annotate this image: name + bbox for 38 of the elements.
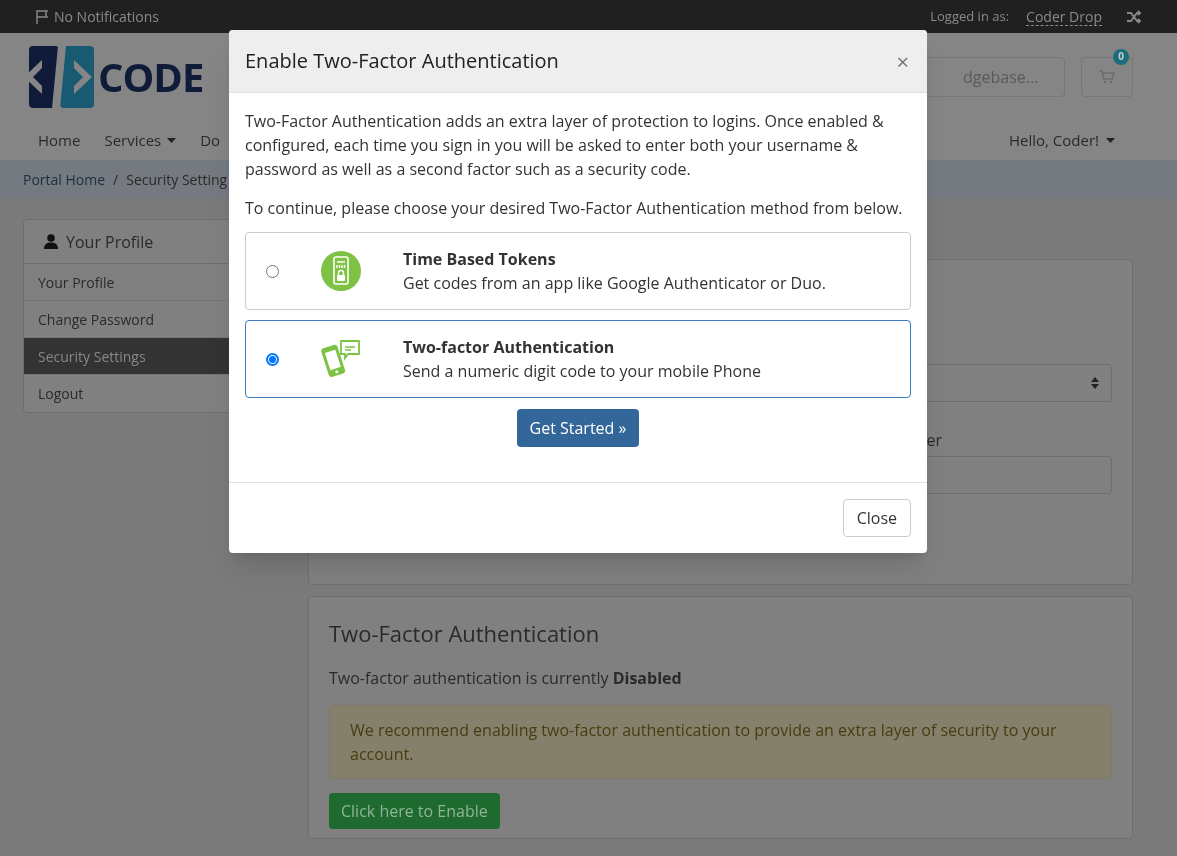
caret-icon [1106, 137, 1115, 143]
card-title: Two-Factor Authentication [329, 617, 601, 650]
sidebar-title: Your Profile [66, 229, 154, 254]
logged-in-label: Logged in as: [930, 6, 1010, 27]
shuffle-icon[interactable] [1126, 9, 1142, 24]
nav-link[interactable]: Services [92, 128, 189, 152]
status-text: Two-factor authentication is currently Disabled [329, 666, 683, 690]
user-link[interactable]: Coder Drop [1026, 7, 1102, 26]
field-label: er [926, 428, 942, 452]
method-description: Get codes from an app like Google Authenticator or Duo. [403, 271, 826, 295]
phone-sms-icon [321, 338, 361, 380]
notifications-link[interactable]: No Notifications [54, 6, 160, 27]
get-started-button[interactable]: Get Started » [516, 409, 640, 447]
nav-link[interactable]: Home [26, 128, 93, 152]
intro-text: Two-Factor Authentication adds an extra layer of protection to logins. Once enabled & configured, each time you sign in you will be asked to enter both your username & password as well as a second factor such as a security code. [245, 109, 885, 181]
method-description: Send a numeric digit code to your mobile Phone [403, 359, 761, 383]
cart-icon [1099, 69, 1115, 84]
sort-caret-icon [1091, 377, 1099, 389]
modal-title: Enable Two-Factor Authentication [245, 46, 559, 76]
breadcrumb-current: Security Setting [126, 168, 228, 190]
flag-icon [35, 8, 51, 25]
radio-button[interactable] [266, 352, 279, 366]
method-title: Time Based Tokens [403, 247, 557, 271]
user-icon [44, 234, 58, 249]
logo-text: CODE [98, 47, 204, 106]
warning-alert: We recommend enabling two-factor authentication to provide an extra layer of security to your account. [329, 705, 1112, 779]
nav-link[interactable]: Do [188, 128, 233, 152]
breadcrumb-link[interactable]: Portal Home [23, 168, 106, 190]
breadcrumb-separator: / [113, 168, 119, 190]
method-option[interactable]: Two-factor Authentication Send a numeric digit code to your mobile Phone [245, 320, 911, 398]
prompt-text: To continue, please choose your desired Two-Factor Authentication method from below. [245, 196, 904, 220]
user-menu[interactable]: Hello, Coder! [1008, 128, 1115, 152]
method-title: Two-factor Authentication [403, 335, 616, 359]
enable-button[interactable]: Click here to Enable [329, 793, 500, 829]
close-button[interactable]: Close [842, 499, 911, 537]
phone-lock-icon [321, 251, 361, 291]
method-option[interactable]: Time Based Tokens Get codes from an app like Google Authenticator or Duo. [245, 232, 911, 310]
cart-count-badge: 0 [1113, 48, 1129, 65]
